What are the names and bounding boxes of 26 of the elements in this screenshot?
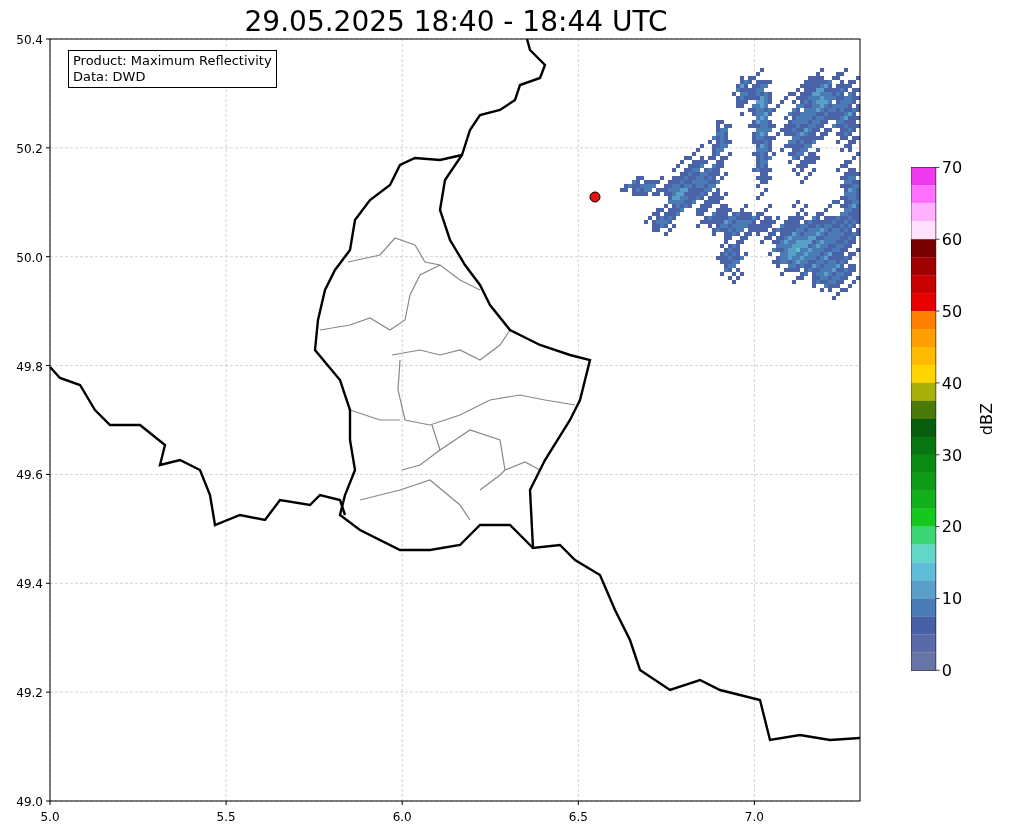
colorbar-tick-label: 20 [941,517,963,537]
info-text: Product: Maximum Reflectivity [73,53,272,69]
axis-tick-label: 6.5 [568,810,588,824]
axis-tick-label: 49.2 [16,686,43,701]
colorbar-tick-label: 10 [941,589,963,609]
axis-tick-label: 5.5 [216,810,236,824]
axis-tick-label: 50.0 [16,250,43,265]
colorbar-tick-label: 70 [941,158,963,178]
colorbar-tick-label: 50 [941,301,963,321]
colorbar-tick-label: 30 [941,445,963,465]
axis-tick-label: 7.0 [744,810,764,824]
radar-site-marker [589,191,601,203]
axis-tick-label: 5.0 [40,810,60,824]
colorbar-label: dBZ [977,403,997,436]
axis-tick-label: 49.0 [16,795,43,809]
axis-tick-label: 49.6 [16,468,43,483]
axis-tick-label: 50.2 [16,141,43,156]
colorbar-tick-label: 0 [941,661,952,681]
colorbar-tick-label: 60 [941,230,963,250]
chart-title: 29.05.2025 18:40 - 18:44 UTC [244,5,668,38]
axis-tick-label: 49.8 [16,359,43,374]
axis-tick-label: 6.0 [392,810,412,824]
axis-tick-label: 49.4 [16,577,43,592]
axis-tick-label: 50.4 [16,33,43,47]
info-text: Data: DWD [73,69,147,85]
colorbar-tick-label: 40 [941,373,963,393]
